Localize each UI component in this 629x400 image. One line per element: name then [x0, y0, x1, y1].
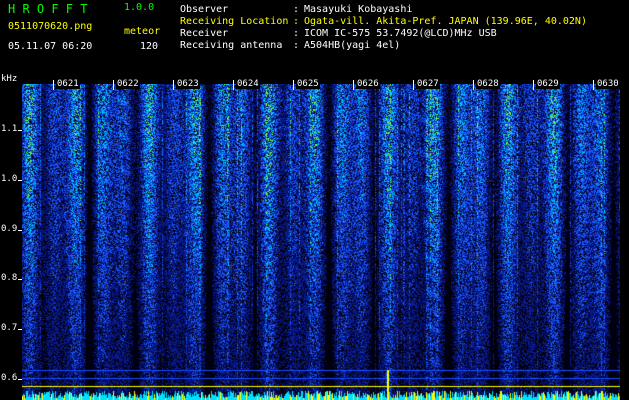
y-tick-mark [18, 329, 22, 331]
x-tick-label: 0625 [296, 79, 320, 89]
location-label: Receiving Location [180, 16, 289, 27]
y-tick-mark [18, 229, 22, 231]
x-tick-mark [473, 80, 474, 90]
y-tick-mark [18, 130, 22, 131]
receiver-label: Receiver [180, 28, 229, 39]
file-datetime: 05.11.07 06:20 [8, 41, 93, 52]
y-tick-label: 1.0 [1, 173, 18, 184]
x-tick-mark [233, 80, 234, 90]
x-tick-mark [413, 80, 414, 90]
x-tick-mark [593, 80, 594, 90]
y-tick-label: 1.1 [1, 124, 18, 134]
x-tick-label: 0624 [236, 79, 260, 89]
x-tick-mark [173, 80, 174, 90]
y-tick-label: 0.7 [1, 323, 18, 334]
x-tick-mark [53, 80, 54, 90]
antenna-label: Receiving antenna [180, 40, 283, 51]
location-value: Ogata-vill. Akita-Pref. JAPAN (139.96E, … [304, 16, 587, 27]
x-tick-label: 0630 [596, 79, 620, 89]
y-tick-mark [18, 379, 22, 380]
observer-value: Masayuki Kobayashi [304, 4, 413, 15]
observer-label: Observer [180, 4, 229, 15]
x-tick-mark [113, 80, 114, 90]
x-tick-label: 0623 [176, 79, 200, 89]
y-axis-unit: kHz [1, 74, 18, 84]
antenna-value: A504HB(yagi 4el) [304, 40, 401, 51]
x-tick-label: 0622 [116, 79, 140, 89]
x-tick-label: 0621 [56, 79, 80, 89]
x-tick-mark [533, 80, 534, 90]
observer-colon: : [293, 4, 300, 15]
antenna-colon: : [293, 40, 300, 51]
x-tick-label: 0627 [416, 79, 440, 89]
y-tick-mark [18, 279, 22, 281]
y-tick-label: 0.9 [1, 223, 18, 234]
y-tick-label: 0.6 [1, 373, 18, 383]
meteor-count: 120 [140, 41, 159, 52]
y-tick-label: 0.8 [1, 273, 18, 284]
app-version: 1.0.0 [124, 2, 155, 13]
x-tick-label: 0628 [476, 79, 500, 89]
x-tick-mark [293, 80, 294, 90]
file-name: 0511070620.png [8, 21, 93, 32]
meteor-label: meteor [124, 26, 161, 37]
receiver-colon: : [293, 28, 300, 39]
x-tick-label: 0626 [356, 79, 380, 89]
x-tick-mark [353, 80, 354, 90]
app-title: H R O F F T [8, 2, 88, 16]
spectrogram-panel [22, 84, 620, 400]
spectrogram-canvas [22, 84, 620, 400]
x-tick-label: 0629 [536, 79, 560, 89]
receiver-value: ICOM IC-575 53.7492(@LCD)MHz USB [304, 28, 497, 39]
y-tick-mark [18, 179, 22, 181]
location-colon: : [293, 16, 300, 27]
